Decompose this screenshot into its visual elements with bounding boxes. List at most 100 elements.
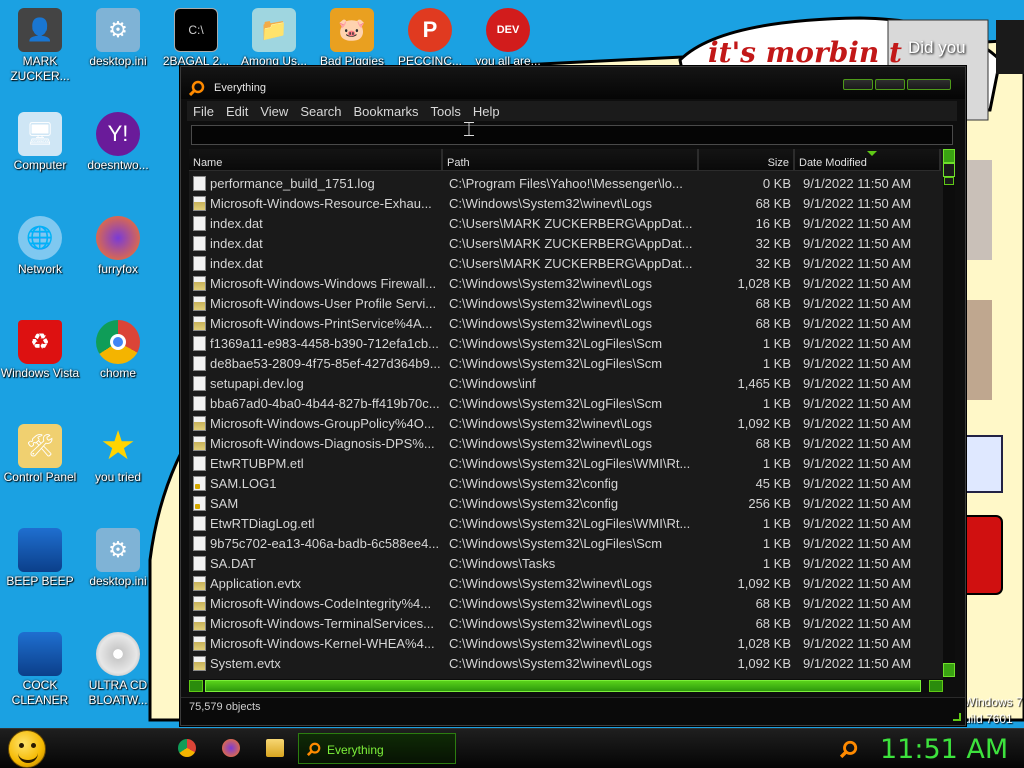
menu-search[interactable]: Search (294, 104, 347, 119)
desktop-icon-furryfox[interactable]: furryfox (78, 216, 158, 277)
cell-size: 1 KB (762, 395, 791, 411)
everything-tray-icon[interactable] (840, 740, 858, 758)
close-button[interactable] (907, 79, 951, 90)
file-name: de8bae53-2809-4f75-85ef-427d364b9... (210, 355, 441, 371)
scroll-down-button[interactable] (943, 663, 955, 677)
desktop-icon-bad-piggies[interactable]: 🐷 Bad Piggies (312, 8, 392, 69)
table-row[interactable]: Microsoft-Windows-Diagnosis-DPS%... C:\Wi… (189, 433, 941, 453)
menu-edit[interactable]: Edit (220, 104, 254, 119)
desktop-icon-peccinc[interactable]: P PECCINC... (390, 8, 470, 69)
table-row[interactable]: System.evtx C:\Windows\System32\winevt\Lo… (189, 653, 941, 673)
desktop-icon-among-us[interactable]: 📁 Among Us... (234, 8, 314, 69)
scroll-up-button[interactable] (943, 149, 955, 163)
table-row[interactable]: de8bae53-2809-4f75-85ef-427d364b9... C:\W… (189, 353, 941, 373)
table-row[interactable]: index.dat C:\Users\MARK ZUCKERBERG\AppDat… (189, 213, 941, 233)
table-row[interactable]: bba67ad0-4ba0-4b44-827b-ff419b70c... C:\W… (189, 393, 941, 413)
taskbar-clock[interactable]: 11:51 AM (880, 734, 1008, 765)
table-row[interactable]: index.dat C:\Users\MARK ZUCKERBERG\AppDat… (189, 253, 941, 273)
file-name: setupapi.dev.log (210, 375, 304, 391)
table-row[interactable]: Microsoft-Windows-CodeIntegrity%4... C:\W… (189, 593, 941, 613)
vertical-scrollbar[interactable] (943, 149, 955, 679)
desktop-icon-desktop-ini[interactable]: ⚙ desktop.ini (78, 8, 158, 69)
table-row[interactable]: Microsoft-Windows-PrintService%4A... C:\W… (189, 313, 941, 333)
desktop-icon-label: MARK ZUCKER... (10, 54, 70, 83)
desktop-icon-devcpp[interactable]: DEV you all are... (468, 8, 548, 69)
cell-name: Microsoft-Windows-Kernel-WHEA%4... (189, 635, 443, 651)
cell-name: Microsoft-Windows-Diagnosis-DPS%... (189, 435, 443, 451)
table-row[interactable]: f1369a11-e983-4458-b390-712efa1cb... C:\W… (189, 333, 941, 353)
column-header-name[interactable]: Name (189, 149, 443, 171)
table-row[interactable]: Microsoft-Windows-User Profile Servi... C… (189, 293, 941, 313)
cell-path: C:\Windows\System32\winevt\Logs (449, 615, 653, 631)
scroll-track-top[interactable] (943, 163, 955, 177)
cell-date-modified: 9/1/2022 11:50 AM (803, 235, 912, 251)
table-row[interactable]: EtwRTUBPM.etl C:\Windows\System32\LogFile… (189, 453, 941, 473)
desktop-icon-cock-cleaner[interactable]: COCK CLEANER (0, 632, 80, 708)
explorer-icon[interactable] (266, 739, 284, 757)
table-row[interactable]: 9b75c702-ea13-406a-badb-6c588ee4... C:\Wi… (189, 533, 941, 553)
cell-path: C:\Windows\System32\winevt\Logs (449, 655, 653, 671)
table-row[interactable]: Microsoft-Windows-TerminalServices... C:\… (189, 613, 941, 633)
minimize-button[interactable] (843, 79, 873, 90)
table-row[interactable]: SAM C:\Windows\System32\config 256 KB 9/1/2… (189, 493, 941, 513)
horizontal-scroll-thumb[interactable] (205, 680, 921, 692)
everything-window[interactable]: Everything File Edit View Search Bookmar… (180, 66, 966, 726)
cell-path: C:\Program Files\Yahoo!\Messenger\lo... (449, 175, 683, 191)
desktop-icon-you-tried[interactable]: ★ you tried (78, 424, 158, 485)
column-header-path[interactable]: Path (443, 149, 699, 171)
column-header-size[interactable]: Size (699, 149, 795, 171)
desktop-icon-doesntwo[interactable]: Y! doesntwo... (78, 112, 158, 173)
cell-path: C:\Windows\System32\LogFiles\WMI\Rt... (449, 455, 691, 471)
menu-bookmarks[interactable]: Bookmarks (348, 104, 425, 119)
desktop-icon-beep-beep[interactable]: BEEP BEEP (0, 528, 80, 589)
search-input[interactable] (191, 125, 953, 145)
desktop-icon-chome[interactable]: chome (78, 320, 158, 381)
start-button[interactable] (8, 730, 46, 768)
scroll-left-button[interactable] (189, 680, 203, 692)
desktop-icon-network[interactable]: 🌐 Network (0, 216, 80, 277)
desktop-icon-windows-vista[interactable]: ♻ Windows Vista (0, 320, 80, 381)
table-row[interactable]: SA.DAT C:\Windows\Tasks 1 KB 9/1/2022 11:50… (189, 553, 941, 573)
firefox-icon[interactable] (222, 739, 240, 757)
menu-view[interactable]: View (254, 104, 294, 119)
cell-date-modified: 9/1/2022 11:50 AM (803, 435, 912, 451)
chrome-icon[interactable] (178, 739, 196, 757)
resize-grip-icon[interactable] (953, 713, 961, 721)
table-row[interactable]: Microsoft-Windows-Resource-Exhau... C:\Wi… (189, 193, 941, 213)
cell-date-modified: 9/1/2022 11:50 AM (803, 475, 912, 491)
table-row[interactable]: performance_build_1751.log C:\Program Fil… (189, 173, 941, 193)
scroll-right-button[interactable] (929, 680, 943, 692)
cell-size: 1,465 KB (737, 375, 792, 391)
cell-date-modified: 9/1/2022 11:50 AM (803, 415, 912, 431)
table-row[interactable]: Microsoft-Windows-GroupPolicy%4O... C:\Wi… (189, 413, 941, 433)
desktop-icon-mark-zucker[interactable]: 👤 MARK ZUCKER... (0, 8, 80, 84)
desktop-icon-desktop-ini-2[interactable]: ⚙ desktop.ini (78, 528, 158, 589)
cell-path: C:\Windows\System32\LogFiles\Scm (449, 535, 663, 551)
desktop-icon-computer[interactable]: 🖥 Computer (0, 112, 80, 173)
table-row[interactable]: Application.evtx C:\Windows\System32\wine… (189, 573, 941, 593)
horizontal-scrollbar[interactable] (189, 679, 943, 693)
desktop-icon-control-panel[interactable]: 🛠 Control Panel (0, 424, 80, 485)
table-row[interactable]: Microsoft-Windows-Windows Firewall... C:\… (189, 273, 941, 293)
menu-help[interactable]: Help (467, 104, 506, 119)
table-row[interactable]: index.dat C:\Users\MARK ZUCKERBERG\AppDat… (189, 233, 941, 253)
taskbar-button-everything[interactable]: Everything (298, 733, 456, 764)
table-row[interactable]: EtwRTDiagLog.etl C:\Windows\System32\LogF… (189, 513, 941, 533)
desktop-icon-label: desktop.ini (89, 54, 147, 68)
control-panel-icon: 🛠 (18, 424, 62, 468)
table-row[interactable]: Microsoft-Windows-Kernel-WHEA%4... C:\Win… (189, 633, 941, 653)
menu-tools[interactable]: Tools (425, 104, 467, 119)
table-row[interactable]: setupapi.dev.log C:\Windows\inf 1,465 KB 9/… (189, 373, 941, 393)
menu-file[interactable]: File (187, 104, 220, 119)
star-icon: ★ (100, 424, 136, 468)
event-log-file-icon (193, 315, 206, 331)
desktop-icon-ultra-cd[interactable]: ULTRA CD BLOATW... (78, 632, 158, 708)
maximize-button[interactable] (875, 79, 905, 90)
results-list[interactable]: Name Path Size Date Modified performance… (189, 149, 955, 679)
title-bar[interactable]: Everything (181, 67, 965, 99)
file-name: f1369a11-e983-4458-b390-712efa1cb... (210, 335, 439, 351)
cell-date-modified: 9/1/2022 11:50 AM (803, 375, 912, 391)
vertical-scroll-thumb[interactable] (944, 177, 954, 185)
desktop-icon-2bagal[interactable]: C:\ 2BAGAL 2... (156, 8, 236, 69)
table-row[interactable]: SAM.LOG1 C:\Windows\System32\config 45 KB 9… (189, 473, 941, 493)
